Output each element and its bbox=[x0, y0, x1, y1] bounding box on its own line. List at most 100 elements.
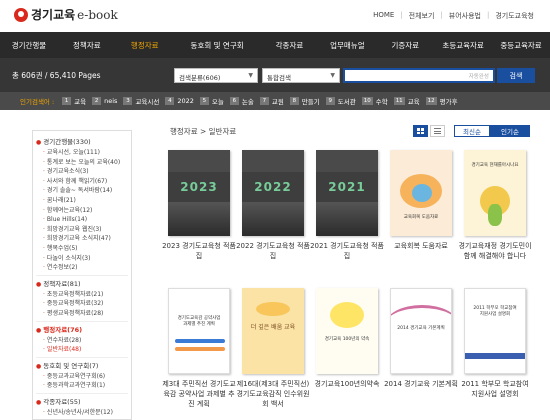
sidebar-subitem[interactable]: · 꿈나래(21) bbox=[36, 196, 128, 206]
util-link-viewer-guide[interactable]: 뷰어사용법 bbox=[449, 11, 481, 21]
sidebar-subitem[interactable]: · 경기 솔솔~ 독서바람(14) bbox=[36, 186, 128, 196]
sidebar-subitem[interactable]: · 평생교육정책자료(28) bbox=[36, 309, 128, 319]
popular-item[interactable]: 8 만들기 bbox=[289, 96, 320, 106]
popular-item[interactable]: 3 교육시선 bbox=[123, 96, 159, 106]
sidebar-subitem[interactable]: · 희망경기교육 웹진(3) bbox=[36, 225, 128, 235]
sidebar-category-clubs[interactable]: ● 동호회 및 연구회(7) bbox=[36, 361, 128, 372]
book-title[interactable]: 제16대(제3대 주민직선) 경기도교육감직 인수위원회 백서 bbox=[236, 379, 310, 409]
sidebar-subitem[interactable]: · 교육시선, 오늘(111) bbox=[36, 148, 128, 158]
popular-item[interactable]: 4 2022 bbox=[165, 97, 194, 105]
sort-popular-button[interactable]: 인기순 bbox=[490, 125, 530, 137]
util-link-home[interactable]: HOME bbox=[373, 11, 394, 21]
search-input[interactable]: 자동완성 bbox=[343, 68, 495, 83]
book-title[interactable]: 경기교육100년의약속 bbox=[310, 379, 384, 389]
book-item[interactable]: 2022 2022 경기도교육청 적품집 bbox=[236, 150, 310, 261]
nav-item-elementary[interactable]: 초등교육자료 bbox=[434, 32, 492, 58]
util-link-view-all[interactable]: 전체보기 bbox=[409, 11, 435, 21]
nav-item-clubs[interactable]: 동호회 및 연구회 bbox=[174, 32, 261, 58]
popular-item[interactable]: 11 교육 bbox=[393, 96, 420, 106]
sidebar-subitem[interactable]: · 함께여는교육(12) bbox=[36, 206, 128, 216]
nav-item-periodicals[interactable]: 경기간행물 bbox=[0, 32, 58, 58]
book-item[interactable]: 2021 2021 경기도교육청 적품집 bbox=[310, 150, 384, 261]
bullet-icon: · bbox=[43, 372, 45, 380]
book-title[interactable]: 2022 경기도교육청 적품집 bbox=[236, 241, 310, 261]
book-title[interactable]: 교육회복 도움자료 bbox=[384, 241, 458, 251]
book-title[interactable]: 2014 경기교육 기본계획 bbox=[384, 379, 458, 389]
site-logo[interactable]: 경기교육 e-book bbox=[14, 6, 118, 23]
sidebar-subitem[interactable]: · 다놀이 소식지(3) bbox=[36, 254, 128, 264]
book-title[interactable]: 2023 경기도교육청 적품집 bbox=[162, 241, 236, 261]
sidebar-subitem[interactable]: · 중등과학교과연구회(1) bbox=[36, 381, 128, 391]
search-type-select[interactable]: 통합검색 ▼ bbox=[262, 68, 340, 83]
book-item[interactable]: 2014 경기교육 기본계획 2014 경기교육 기본계획 bbox=[384, 288, 458, 389]
popular-item[interactable]: 2 neis bbox=[92, 97, 117, 105]
sidebar-subitem[interactable]: · 초등교육정책자료(21) bbox=[36, 290, 128, 300]
popular-item[interactable]: 12 평가후 bbox=[425, 96, 458, 106]
nav-item-admin[interactable]: 행정자료 bbox=[116, 32, 174, 58]
sort-latest-button[interactable]: 최신순 bbox=[454, 125, 490, 137]
popular-item[interactable]: 6 논술 bbox=[229, 96, 254, 106]
sidebar-category-misc[interactable]: ● 각종자료(55) bbox=[36, 397, 128, 408]
book-item[interactable]: 2011 학부모 학교참여 지원사업 설명회 2011 학부모 학교참여 지원사… bbox=[461, 288, 529, 399]
cover-year: 2023 bbox=[180, 180, 218, 194]
sidebar-subitem[interactable]: · 중등교육정책자료(32) bbox=[36, 299, 128, 309]
sidebar-subitem[interactable]: · 중등교과교육연구회(6) bbox=[36, 372, 128, 382]
book-cover[interactable]: 2022 bbox=[242, 150, 304, 236]
popular-item[interactable]: 1 교육 bbox=[62, 96, 86, 106]
book-item[interactable]: 교육회복 도움자료 교육회복 도움자료 bbox=[390, 150, 452, 251]
book-item[interactable]: 경기교육 100년의 약속 경기교육100년의약속 bbox=[315, 288, 379, 389]
sidebar-subitem[interactable]: · 연수자료(28) bbox=[36, 336, 128, 346]
search-button[interactable]: 검색 bbox=[497, 68, 535, 83]
book-cover[interactable]: 경기교육 현재를아시나요 bbox=[464, 150, 526, 236]
breadcrumb: 행정자료 > 일반자료 bbox=[170, 127, 237, 136]
book-title[interactable]: 제3대 주민직선 경기도교육감 공약사업 과제별 추진 계획 bbox=[162, 379, 236, 409]
chevron-down-icon: ▼ bbox=[330, 72, 335, 79]
sidebar-category-policy[interactable]: ● 정책자료(81) bbox=[36, 279, 128, 290]
cover-graphic bbox=[330, 302, 364, 328]
book-cover[interactable]: 경기교육 100년의 약속 bbox=[316, 288, 378, 374]
sidebar-subitem[interactable]: · 경기교육소식(3) bbox=[36, 167, 128, 177]
nav-item-misc[interactable]: 각종자료 bbox=[261, 32, 319, 58]
book-cover[interactable]: 교육회복 도움자료 bbox=[390, 150, 452, 236]
popular-item[interactable]: 5 오늘 bbox=[199, 96, 224, 106]
category-select[interactable]: 검색분류(606) ▼ bbox=[174, 68, 258, 83]
sidebar-divider bbox=[36, 273, 128, 276]
book-item[interactable]: 더 깊은 배움 교육 제16대(제3대 주민직선) 경기도교육감직 인수위원회 … bbox=[236, 288, 310, 409]
book-item[interactable]: 경기도교육감 공약사업 과제별 추진 계획 제3대 주민직선 경기도교육감 공약… bbox=[162, 288, 236, 409]
list-view-button[interactable] bbox=[430, 125, 445, 137]
book-cover[interactable]: 2011 학부모 학교참여 지원사업 설명회 bbox=[464, 288, 526, 374]
popular-item[interactable]: 9 도서관 bbox=[325, 96, 356, 106]
sidebar-category-admin[interactable]: ● 행정자료(76) bbox=[36, 325, 128, 336]
nav-item-manuals[interactable]: 업무매뉴얼 bbox=[318, 32, 376, 58]
book-cover[interactable]: 2014 경기교육 기본계획 bbox=[390, 288, 452, 374]
book-cover[interactable]: 2021 bbox=[316, 150, 378, 236]
sidebar-subitem[interactable]: · 통계로 보는 오늘의 교육(40) bbox=[36, 158, 128, 168]
sidebar-subitem[interactable]: · 연수정보(2) bbox=[36, 263, 128, 273]
rank-badge: 6 bbox=[229, 97, 239, 105]
sidebar-subitem-active[interactable]: · 일반자료(48) bbox=[36, 345, 128, 355]
book-cover[interactable]: 더 깊은 배움 교육 bbox=[242, 288, 304, 374]
cover-text: 2011 학부모 학교참여 지원사업 설명회 bbox=[473, 306, 517, 317]
sidebar-subitem[interactable]: · 희망경기교육 소식지(47) bbox=[36, 234, 128, 244]
book-title[interactable]: 2011 학부모 학교참여 지원사업 설명회 bbox=[458, 379, 532, 399]
sidebar-subitem[interactable]: · Blue Hills(14) bbox=[36, 215, 128, 225]
nav-item-policy[interactable]: 정책자료 bbox=[58, 32, 116, 58]
popular-word: 교원 bbox=[271, 98, 284, 106]
sidebar-subitem[interactable]: · 신년사/송년사/서한문(12) bbox=[36, 408, 128, 418]
book-item[interactable]: 2023 2023 경기도교육청 적품집 bbox=[162, 150, 236, 261]
grid-view-button[interactable] bbox=[413, 125, 428, 137]
sidebar-category-periodicals[interactable]: ● 경기간행물(330) bbox=[36, 137, 128, 148]
book-item[interactable]: 경기교육 현재를아시나요 경기교육재정 경기도민이 함께 해결해야 합니다 bbox=[458, 150, 532, 261]
book-cover[interactable]: 경기도교육감 공약사업 과제별 추진 계획 bbox=[168, 288, 230, 374]
popular-item[interactable]: 7 교원 bbox=[259, 96, 284, 106]
book-title[interactable]: 경기교육재정 경기도민이 함께 해결해야 합니다 bbox=[458, 241, 532, 261]
popular-item[interactable]: 10 수학 bbox=[361, 96, 388, 106]
book-title[interactable]: 2021 경기도교육청 적품집 bbox=[310, 241, 384, 261]
sidebar-subitem[interactable]: · 행복수업(5) bbox=[36, 244, 128, 254]
sidebar-subitem[interactable]: · 사서와 함께 책읽기(67) bbox=[36, 177, 128, 187]
book-cover[interactable]: 2023 bbox=[168, 150, 230, 236]
nav-item-secondary[interactable]: 중등교육자료 bbox=[492, 32, 550, 58]
util-link-office[interactable]: 경기도교육청 bbox=[495, 11, 534, 21]
bullet-icon: ● bbox=[36, 280, 42, 288]
nav-item-donated[interactable]: 기증자료 bbox=[376, 32, 434, 58]
